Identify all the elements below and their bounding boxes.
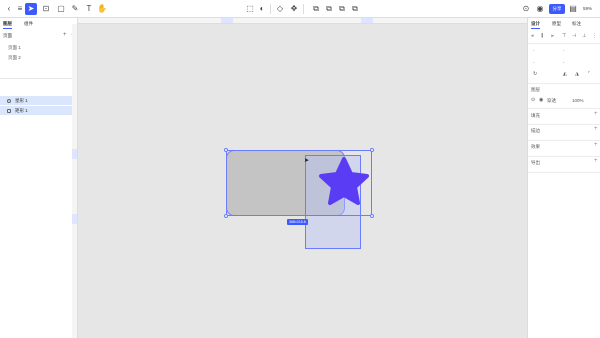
resize-handle[interactable] <box>370 214 374 218</box>
layer-label: 矩形 1 <box>15 107 28 113</box>
fill-section-title: 填充 <box>531 113 540 118</box>
play-icon[interactable]: ⊙ <box>520 3 532 15</box>
panel-divider <box>528 124 600 125</box>
align-top-icon[interactable]: ⊤ <box>562 33 566 39</box>
top-toolbar: ‹ ≡ ➤ ⊡ ▢ ✎ T ✋ ⬚ ◐ ◇ ✥ ⧉ ⧉ ⧉ ⧉ ⊙ ◉ 分享 ▤… <box>0 0 600 18</box>
layer-section-title: 图层 <box>531 87 540 92</box>
flip-horizontal-icon[interactable]: ◭ <box>563 71 567 77</box>
top-ruler <box>78 18 527 24</box>
share-button[interactable]: 分享 <box>549 4 565 14</box>
add-fill-icon[interactable]: + <box>594 111 598 117</box>
effects-section-title: 效果 <box>531 144 540 149</box>
resize-handle[interactable] <box>224 214 228 218</box>
blend-mode-icon[interactable]: ⊙ <box>531 97 535 103</box>
align-bottom-icon[interactable]: ⊥ <box>582 33 586 39</box>
y-position-icon[interactable]: · <box>563 48 565 54</box>
boolean-exclude-icon[interactable]: ⧉ <box>349 3 361 15</box>
half-circle-icon[interactable]: ◐ <box>256 3 268 15</box>
layer-row-star[interactable]: 星形 1 <box>0 96 78 105</box>
tab-design[interactable]: 设计 <box>531 21 540 27</box>
diamond-icon[interactable]: ◇ <box>274 3 286 15</box>
hand-tool-icon[interactable]: ✋ <box>96 3 108 15</box>
panel-divider <box>528 43 600 44</box>
layer-label: 星形 1 <box>15 97 28 103</box>
toolbar-divider <box>270 4 271 14</box>
zoom-level[interactable]: 59% <box>583 6 592 11</box>
star-layer-icon <box>7 98 11 103</box>
resize-handle[interactable] <box>224 148 228 152</box>
move-tool-icon[interactable]: ➤ <box>25 3 37 15</box>
panel-divider <box>528 108 600 109</box>
align-left-icon[interactable]: ⫷ <box>531 33 534 39</box>
add-effect-icon[interactable]: + <box>594 142 598 148</box>
tab-prototype[interactable]: 原型 <box>552 21 561 27</box>
star-shape[interactable] <box>318 157 370 207</box>
boolean-union-icon[interactable]: ⧉ <box>310 3 322 15</box>
ruler-highlight <box>221 18 233 23</box>
add-page-icon[interactable]: + <box>63 32 67 38</box>
panel-divider <box>528 140 600 141</box>
mouse-cursor-icon: ➤ <box>304 158 310 164</box>
text-tool-icon[interactable]: T <box>83 3 95 15</box>
component-icon[interactable]: ✥ <box>288 3 300 15</box>
align-right-icon[interactable]: ⫸ <box>551 33 554 39</box>
blend-mode-value[interactable]: 穿透 <box>547 98 556 104</box>
visibility-icon[interactable]: ◉ <box>539 97 543 103</box>
ruler-highlight <box>72 149 77 159</box>
align-middle-icon[interactable]: ⊣ <box>572 33 576 39</box>
tab-inspect[interactable]: 标注 <box>572 21 581 27</box>
rotation-icon[interactable]: ↻ <box>533 71 537 77</box>
page-item-1[interactable]: 页面 1 <box>8 45 21 51</box>
x-position-icon[interactable]: · <box>533 48 535 54</box>
export-section-title: 导出 <box>531 160 540 165</box>
pen-tool-icon[interactable]: ✎ <box>69 3 81 15</box>
tab-components[interactable]: 组件 <box>24 21 33 27</box>
frame-tool-icon[interactable]: ⊡ <box>40 3 52 15</box>
resize-handle[interactable] <box>370 148 374 152</box>
add-stroke-icon[interactable]: + <box>594 126 598 132</box>
panel-divider <box>528 156 600 157</box>
width-icon[interactable]: · <box>533 60 535 66</box>
height-icon[interactable]: · <box>563 60 565 66</box>
ruler-highlight <box>72 214 77 224</box>
boolean-subtract-icon[interactable]: ⧉ <box>323 3 335 15</box>
panel-divider <box>0 78 78 79</box>
crop-icon[interactable]: ⬚ <box>244 3 256 15</box>
boolean-intersect-icon[interactable]: ⧉ <box>336 3 348 15</box>
distribute-icon[interactable]: ⋮ <box>592 33 597 39</box>
page-item-2[interactable]: 页面 2 <box>8 55 21 61</box>
export-icon[interactable]: ▤ <box>567 3 579 15</box>
panel-divider <box>528 83 600 84</box>
align-center-h-icon[interactable]: ⫼ <box>541 33 543 39</box>
panel-divider <box>528 172 600 173</box>
ruler-highlight <box>361 18 373 23</box>
corner-radius-icon[interactable]: ⌜ <box>588 71 590 77</box>
rectangle-layer-icon <box>7 108 11 113</box>
opacity-value[interactable]: 100% <box>572 98 584 103</box>
pages-section-title: 页面 <box>3 33 12 38</box>
rectangle-tool-icon[interactable]: ▢ <box>55 3 67 15</box>
size-badge: 368×215.8 <box>287 219 308 225</box>
preview-icon[interactable]: ◉ <box>534 3 546 15</box>
right-panel: 设计 原型 标注 ⫷ ⫼ ⫸ ⊤ ⊣ ⊥ ⋮ · · · · ↻ ◭ ◮ ⌜ 图… <box>527 18 600 338</box>
stroke-section-title: 描边 <box>531 128 540 133</box>
toolbar-divider <box>303 4 304 14</box>
active-tab-indicator <box>3 28 12 29</box>
tab-layers[interactable]: 图层 <box>3 21 12 27</box>
left-panel: 图层 组件 页面 + − 页面 1 页面 2 星形 1 矩形 1 <box>0 18 78 338</box>
active-tab-indicator <box>531 28 540 29</box>
left-ruler <box>72 24 78 338</box>
add-export-icon[interactable]: + <box>594 158 598 164</box>
layer-row-rectangle[interactable]: 矩形 1 <box>0 106 78 115</box>
flip-vertical-icon[interactable]: ◮ <box>575 71 579 77</box>
